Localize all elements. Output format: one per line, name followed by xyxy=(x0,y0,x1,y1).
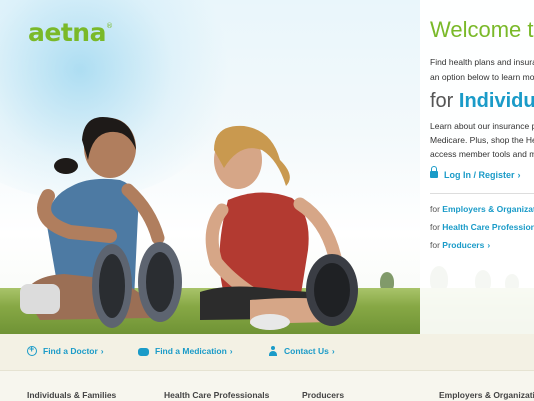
nav-producers[interactable]: Producers xyxy=(302,390,344,400)
pill-icon xyxy=(138,348,149,356)
intro-text: Find health plans and insura an option b… xyxy=(430,55,534,85)
link-label: Health Care Professional xyxy=(442,222,534,232)
quick-links-bar: Find a Doctor› Find a Medication› Contac… xyxy=(0,334,534,371)
contact-us-link[interactable]: Contact Us › xyxy=(268,346,335,356)
bottom-nav: Individuals & Families Health Care Profe… xyxy=(0,371,534,401)
hero-photo-women-stretching xyxy=(20,116,358,330)
audience-prefix: for xyxy=(430,90,454,112)
link-prefix: for xyxy=(430,204,440,214)
aetna-logo[interactable]: aetna® xyxy=(28,18,113,47)
chevron-right-icon: › xyxy=(517,170,521,180)
welcome-heading: Welcome to xyxy=(430,17,534,42)
quick-link-label: Find a Doctor xyxy=(43,346,98,356)
intro-line: an option below to learn mo xyxy=(430,72,534,82)
person-icon xyxy=(268,346,278,356)
divider xyxy=(430,193,534,194)
nav-health-care-professionals[interactable]: Health Care Professionals xyxy=(164,390,269,400)
chevron-right-icon: › xyxy=(229,346,233,356)
learn-line: access member tools and m xyxy=(430,149,534,159)
link-prefix: for xyxy=(430,222,440,232)
login-register-link[interactable]: Log In / Register › xyxy=(430,166,521,180)
link-health-care-professionals[interactable]: for Health Care Professional xyxy=(430,222,534,232)
nav-individuals-families[interactable]: Individuals & Families xyxy=(27,390,116,400)
plus-circle-icon xyxy=(27,344,37,356)
audience-heading: for Individua xyxy=(430,90,534,113)
audience-name: Individua xyxy=(458,90,534,112)
learn-text: Learn about our insurance p Medicare. Pl… xyxy=(430,119,534,161)
quick-link-label: Find a Medication xyxy=(155,346,227,356)
trademark: ® xyxy=(105,22,113,30)
lock-icon xyxy=(430,166,438,178)
intro-line: Find health plans and insura xyxy=(430,57,534,67)
find-a-medication-link[interactable]: Find a Medication › xyxy=(138,346,233,356)
welcome-panel xyxy=(420,0,534,334)
logo-text: aetna xyxy=(28,18,106,47)
learn-line: Medicare. Plus, shop the He xyxy=(430,135,534,145)
quick-link-label: Contact Us xyxy=(284,346,329,356)
link-prefix: for xyxy=(430,240,440,250)
login-label: Log In / Register xyxy=(444,170,515,180)
link-employers[interactable]: for Employers & Organizatio xyxy=(430,204,534,214)
chevron-right-icon: › xyxy=(487,240,491,250)
link-producers[interactable]: for Producers › xyxy=(430,240,490,250)
nav-employers-organizations[interactable]: Employers & Organizatio xyxy=(439,390,534,400)
chevron-right-icon: › xyxy=(100,346,104,356)
learn-line: Learn about our insurance p xyxy=(430,121,534,131)
chevron-right-icon: › xyxy=(331,346,335,356)
link-label: Employers & Organizatio xyxy=(442,204,534,214)
find-a-doctor-link[interactable]: Find a Doctor› xyxy=(27,344,104,356)
link-label: Producers xyxy=(442,240,485,250)
